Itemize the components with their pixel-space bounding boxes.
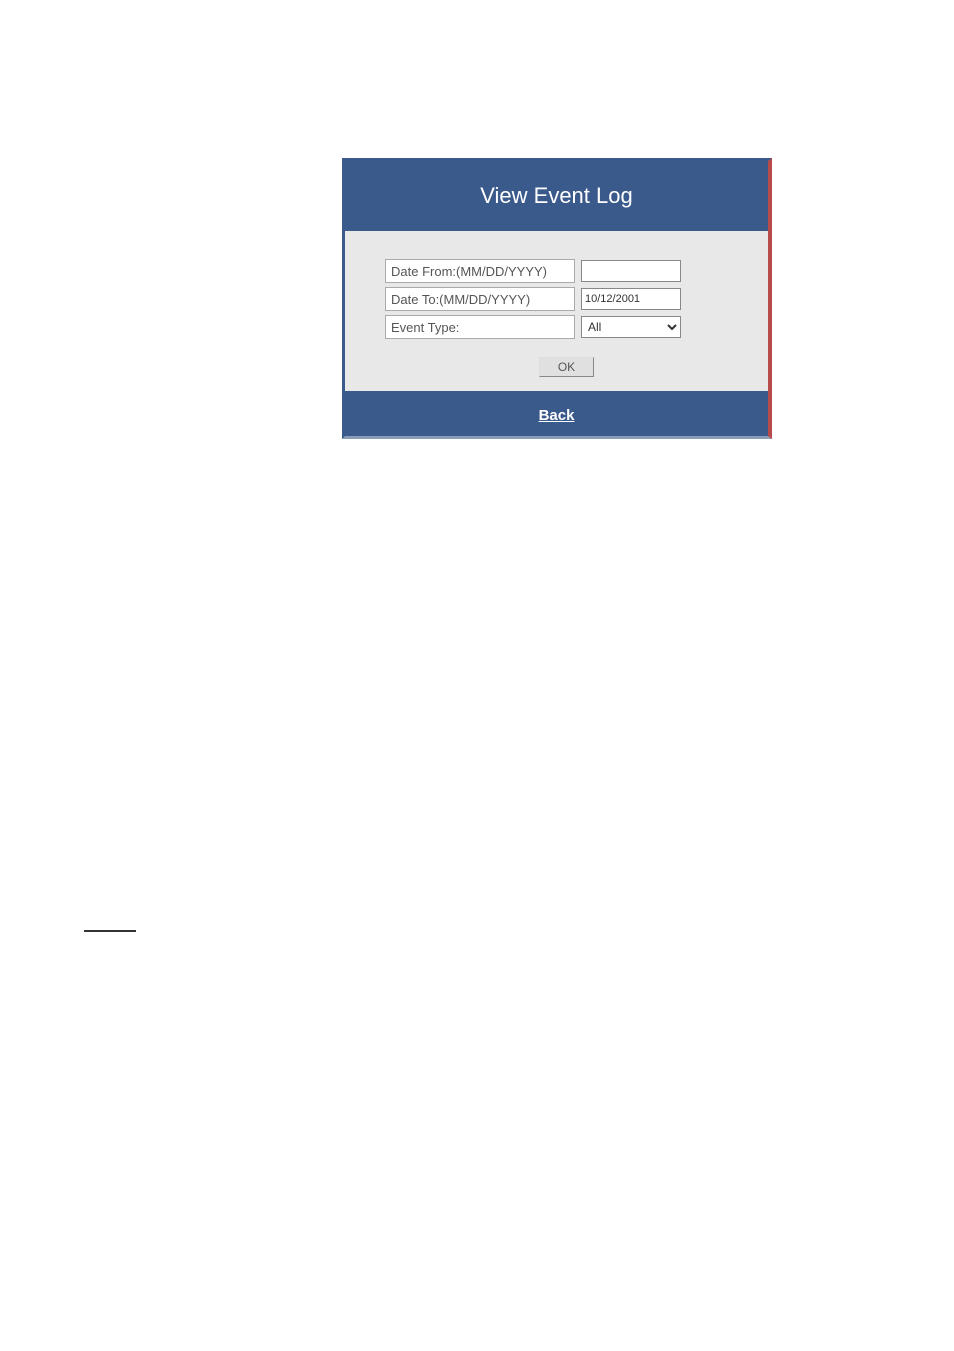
event-type-row: Event Type: All [385,315,748,339]
back-link[interactable]: Back [539,407,575,424]
date-from-row: Date From:(MM/DD/YYYY) [385,259,748,283]
event-type-select[interactable]: All [581,316,681,338]
dialog-footer: Back [345,391,768,436]
date-to-label: Date To:(MM/DD/YYYY) [385,287,575,311]
view-event-log-dialog: View Event Log Date From:(MM/DD/YYYY) Da… [342,158,772,439]
date-to-input[interactable] [581,288,681,310]
dialog-title: View Event Log [345,161,768,231]
ok-button[interactable]: OK [539,357,594,377]
date-from-input[interactable] [581,260,681,282]
date-from-label: Date From:(MM/DD/YYYY) [385,259,575,283]
ok-row: OK [385,357,748,377]
date-to-row: Date To:(MM/DD/YYYY) [385,287,748,311]
decorative-underline [84,930,136,932]
dialog-body: Date From:(MM/DD/YYYY) Date To:(MM/DD/YY… [345,231,768,391]
event-type-label: Event Type: [385,315,575,339]
